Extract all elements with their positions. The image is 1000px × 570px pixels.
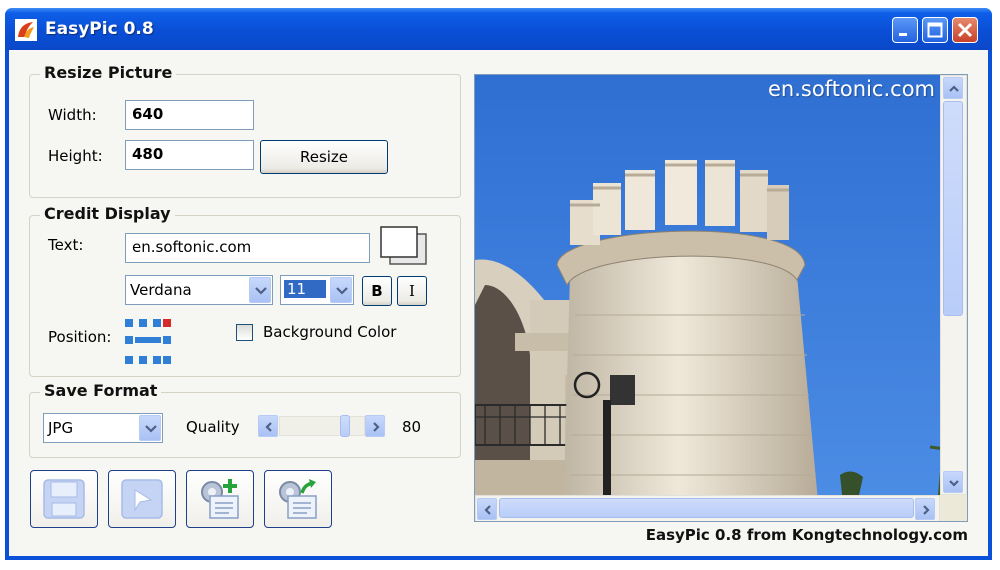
- chevron-left-icon: [265, 422, 272, 432]
- chevron-right-icon: [923, 505, 930, 515]
- scroll-left-button[interactable]: [477, 498, 497, 520]
- app-logo-icon: [15, 19, 37, 41]
- vertical-scroll-thumb[interactable]: [943, 101, 963, 316]
- resize-button[interactable]: Resize: [260, 140, 388, 174]
- minimize-button[interactable]: [892, 17, 918, 43]
- client-area: Resize Picture Width: 640 Height: 480 Re…: [9, 50, 988, 556]
- save-format-group: Save Format JPG Quality 80: [29, 381, 461, 458]
- font-select[interactable]: Verdana: [125, 275, 273, 305]
- font-size-value: 11: [284, 280, 326, 298]
- maximize-button[interactable]: [922, 17, 948, 43]
- quality-value: 80: [402, 418, 422, 436]
- font-size-dropdown-button[interactable]: [330, 277, 352, 303]
- format-value: JPG: [48, 419, 74, 437]
- quality-increase-button[interactable]: [365, 415, 385, 437]
- position-grid-icon[interactable]: [125, 319, 171, 365]
- scroll-up-button[interactable]: [943, 77, 963, 99]
- save-format-legend: Save Format: [40, 381, 162, 400]
- scrollbar-corner: [940, 495, 967, 521]
- add-batch-button[interactable]: [186, 470, 254, 528]
- chevron-left-icon: [484, 505, 491, 515]
- position-label: Position:: [48, 328, 112, 346]
- resize-picture-group: Resize Picture Width: 640 Height: 480 Re…: [29, 63, 461, 198]
- preview-button[interactable]: [108, 470, 176, 528]
- font-size-select[interactable]: 11: [280, 275, 354, 305]
- format-dropdown-button[interactable]: [139, 415, 161, 441]
- quality-track[interactable]: [279, 416, 365, 436]
- maximize-icon: [927, 22, 943, 38]
- background-color-checkbox[interactable]: [236, 324, 253, 341]
- export-batch-icon: [279, 479, 317, 519]
- minimize-icon: [899, 33, 907, 36]
- chevron-down-icon: [336, 287, 348, 295]
- horizontal-scroll-thumb[interactable]: [499, 498, 914, 518]
- background-color-label: Background Color: [263, 323, 397, 341]
- resize-picture-legend: Resize Picture: [40, 63, 177, 82]
- height-input[interactable]: 480: [125, 140, 254, 170]
- credit-display-group: Credit Display Text: en.softonic.com Ver…: [29, 204, 461, 377]
- app-window: EasyPic 0.8 Resize Picture Width: 640 He…: [5, 8, 992, 560]
- width-label: Width:: [48, 106, 97, 124]
- font-dropdown-button[interactable]: [249, 277, 271, 303]
- footer-credit: EasyPic 0.8 from Kongtechnology.com: [645, 526, 968, 544]
- scroll-down-button[interactable]: [943, 471, 963, 493]
- close-icon: [957, 22, 973, 38]
- preview-watermark: en.softonic.com: [767, 77, 935, 101]
- preview-photo: [475, 75, 967, 521]
- add-batch-icon: [201, 479, 239, 519]
- italic-button[interactable]: I: [397, 276, 427, 306]
- scroll-right-button[interactable]: [915, 498, 935, 520]
- quality-label: Quality: [186, 418, 240, 436]
- close-button[interactable]: [952, 17, 978, 43]
- image-preview[interactable]: en.softonic.com: [474, 74, 968, 522]
- save-disk-icon: [43, 479, 85, 519]
- format-select[interactable]: JPG: [43, 413, 163, 443]
- credit-text-input[interactable]: en.softonic.com: [125, 233, 370, 263]
- chevron-down-icon: [145, 425, 157, 433]
- height-label: Height:: [48, 147, 103, 165]
- title-bar[interactable]: EasyPic 0.8: [5, 8, 992, 50]
- window-title: EasyPic 0.8: [45, 19, 154, 39]
- bold-button[interactable]: B: [362, 276, 392, 306]
- text-color-picker-icon[interactable]: [378, 224, 430, 268]
- play-arrow-icon: [121, 479, 163, 519]
- export-batch-button[interactable]: [264, 470, 332, 528]
- chevron-up-icon: [949, 85, 959, 92]
- font-value: Verdana: [130, 281, 192, 299]
- chevron-down-icon: [255, 287, 267, 295]
- credit-display-legend: Credit Display: [40, 204, 175, 223]
- text-label: Text:: [48, 236, 84, 254]
- quality-slider-thumb[interactable]: [340, 415, 350, 437]
- width-input[interactable]: 640: [125, 100, 254, 130]
- save-button[interactable]: [30, 470, 98, 528]
- quality-decrease-button[interactable]: [258, 415, 278, 437]
- chevron-right-icon: [373, 422, 380, 432]
- chevron-down-icon: [949, 480, 959, 487]
